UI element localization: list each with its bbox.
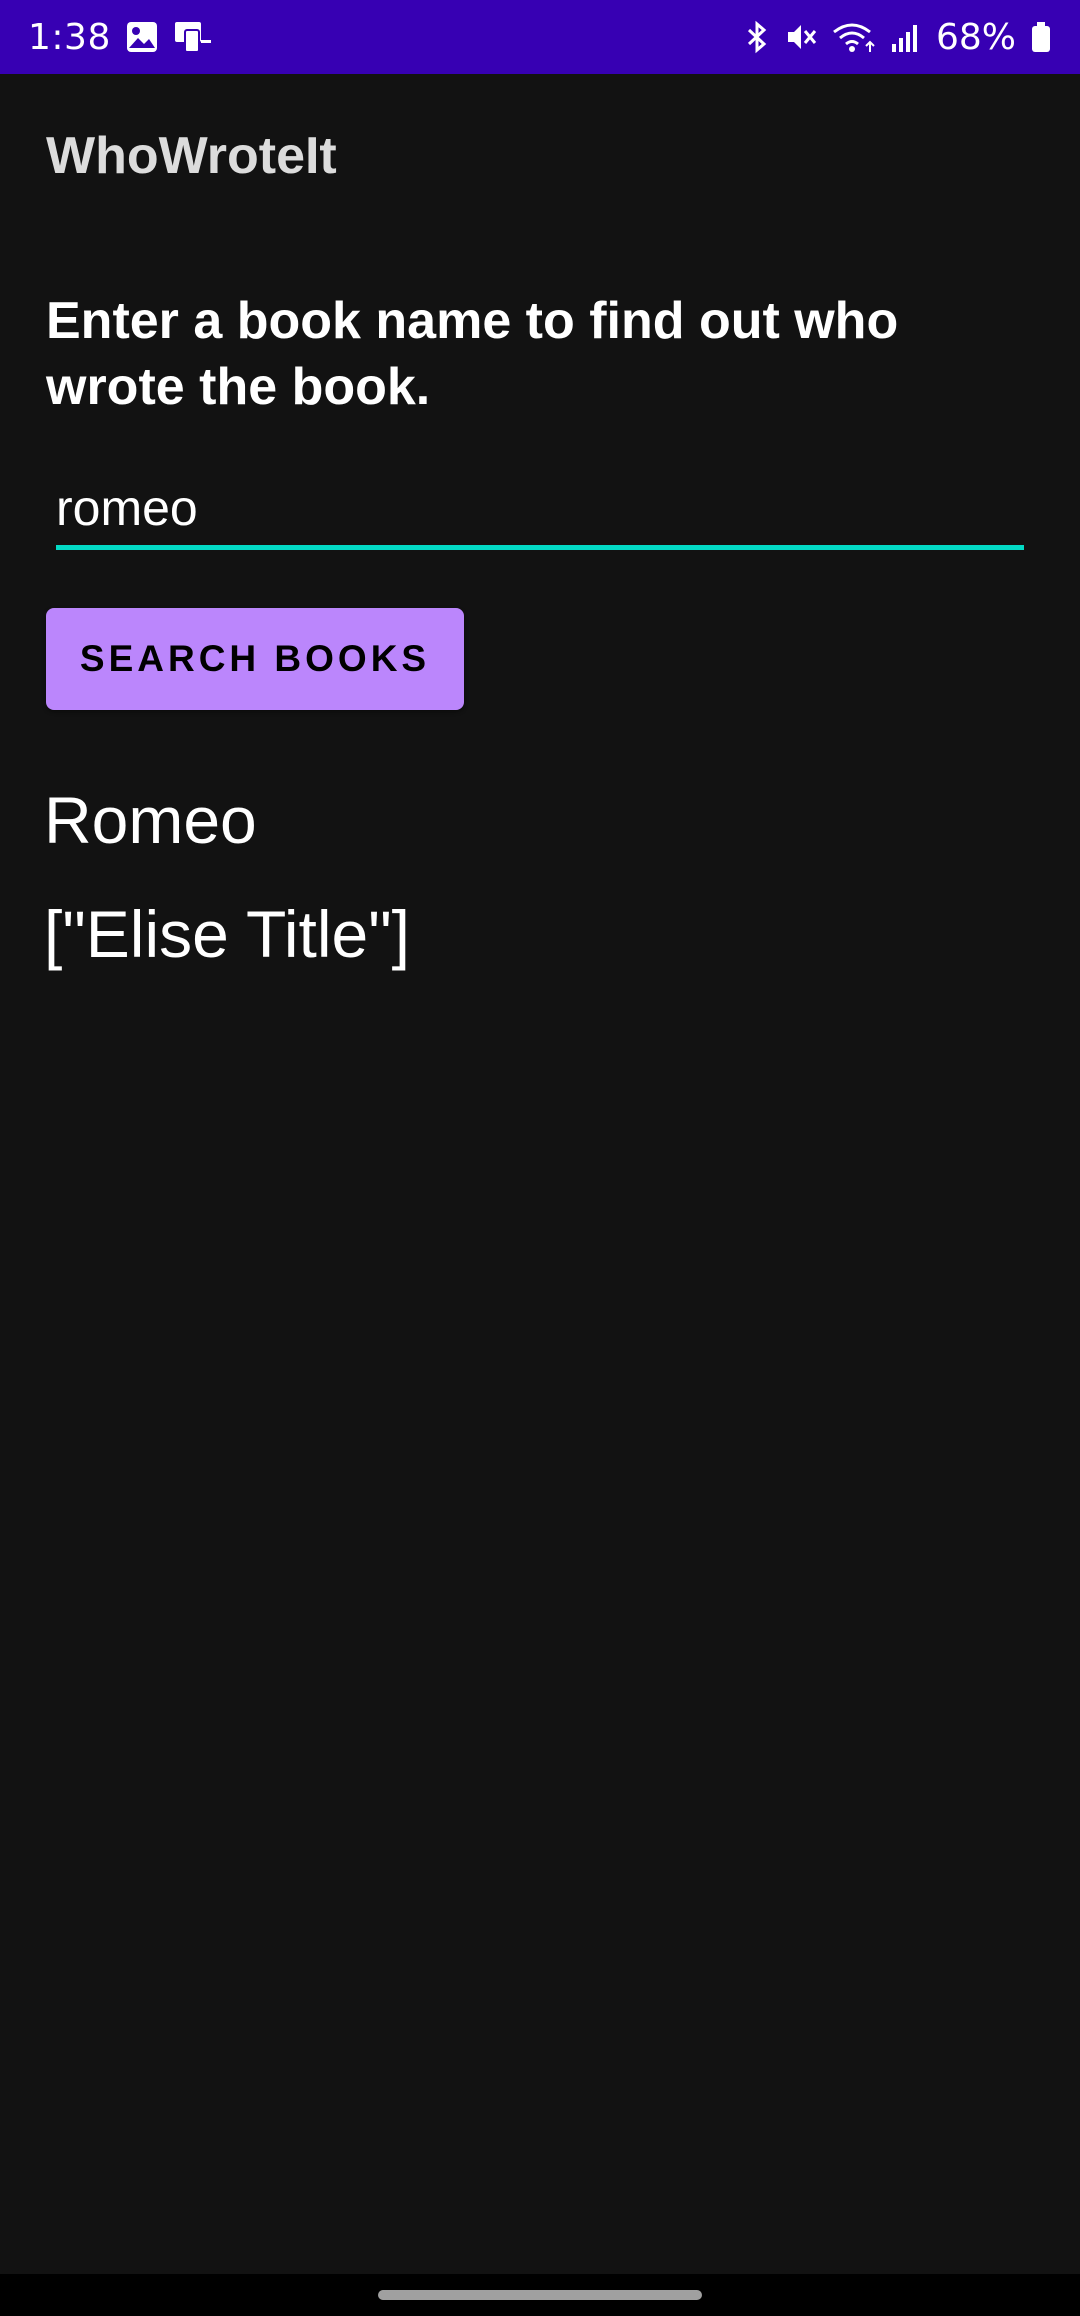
bluetooth-icon: [744, 20, 770, 54]
status-bar: 1:38 68%: [0, 0, 1080, 74]
battery-percent: 68%: [935, 16, 1016, 58]
navigation-bar: [0, 2274, 1080, 2316]
status-time: 1:38: [28, 16, 111, 58]
status-bar-right: 68%: [744, 17, 1052, 58]
gallery-icon: [125, 20, 159, 54]
screen-mirror-icon: [173, 20, 213, 54]
wifi-icon: [832, 20, 876, 54]
home-gesture-handle[interactable]: [378, 2290, 702, 2300]
app-title: WhoWroteIt: [46, 127, 337, 185]
signal-icon: [890, 20, 922, 54]
mute-icon: [784, 20, 818, 54]
battery-icon: [1030, 20, 1052, 54]
app-bar: WhoWroteIt: [0, 74, 1080, 238]
search-books-button[interactable]: Search Books: [46, 608, 464, 710]
status-bar-left: 1:38: [28, 17, 213, 58]
result-book-title: Romeo: [44, 783, 257, 857]
instructions-text: Enter a book name to find out who wrote …: [46, 292, 899, 416]
book-search-input[interactable]: [56, 470, 1024, 550]
result-book-authors: ["Elise Title"]: [44, 897, 410, 971]
